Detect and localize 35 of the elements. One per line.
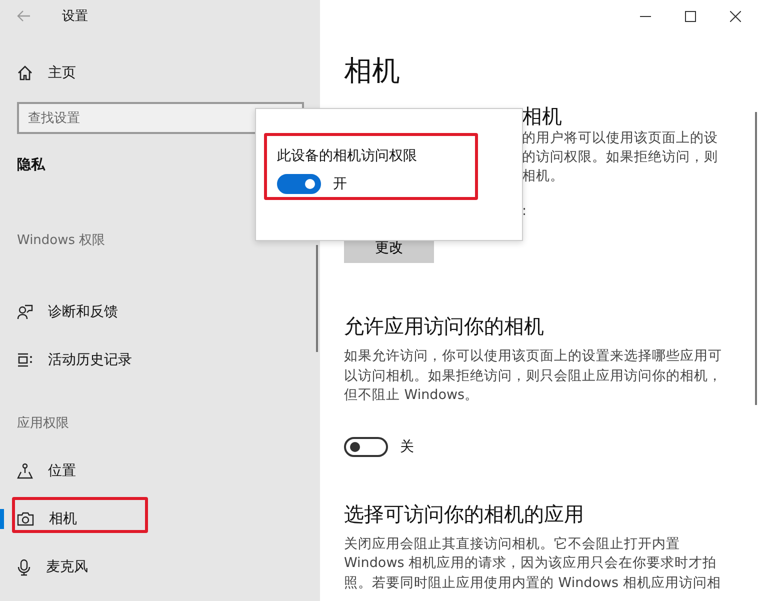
- window-title: 设置: [62, 8, 88, 25]
- home-icon: [17, 65, 33, 81]
- sidebar-item[interactable]: 麦克风: [46, 558, 88, 576]
- page-title: 相机: [344, 53, 401, 89]
- sidebar-item[interactable]: 位置: [48, 462, 76, 480]
- description-text: 如果允许访问，你可以使用该页面上的设置来选择哪些应用可以访问相机。如果拒绝访问，则只会阻止应用访问你的相机，但不阻止 Windows。: [344, 347, 723, 405]
- scrollbar[interactable]: [755, 112, 757, 405]
- person-speech-icon: [17, 304, 33, 320]
- camera-icon: [17, 512, 34, 526]
- toggle-switch[interactable]: [277, 174, 321, 194]
- microphone-icon: [17, 558, 31, 576]
- sidebar-item[interactable]: 相机: [49, 510, 77, 528]
- location-pin-icon: [17, 463, 33, 479]
- description-text: 关闭应用会阻止其直接访问相机。它不会阻止打开内置 Windows 相机应用的请求，因为该应用只会在你要求时才拍照。若要同时阻止应用使用内置的 Windows 相机应用访问相: [344, 534, 722, 592]
- maximize-icon[interactable]: [685, 10, 696, 22]
- home-link[interactable]: 主页: [48, 64, 76, 82]
- section-heading: 选择可访问你的相机的应用: [344, 500, 585, 526]
- label-text: :: [522, 202, 528, 221]
- description-text: 相机。: [522, 167, 565, 186]
- description-text: 的用户将可以使用该页面上的设: [522, 129, 719, 148]
- close-icon[interactable]: [730, 10, 741, 22]
- section-heading: 相机: [522, 103, 563, 129]
- scrollbar[interactable]: [316, 245, 318, 352]
- section-title: 隐私: [17, 156, 45, 175]
- toggle-label: 开: [333, 175, 347, 193]
- popup-title: 此设备的相机访问权限: [277, 147, 418, 166]
- toggle-label: 关: [400, 438, 414, 456]
- group-heading: 应用权限: [17, 415, 69, 433]
- toggle-switch[interactable]: [344, 436, 388, 456]
- timeline-icon: [17, 352, 33, 368]
- sidebar-item[interactable]: 诊断和反馈: [48, 303, 118, 321]
- section-heading: 允许应用访问你的相机: [344, 313, 545, 339]
- group-heading: Windows 权限: [17, 232, 106, 250]
- description-text: 的访问权限。如果拒绝访问，则: [522, 148, 719, 167]
- sidebar-item[interactable]: 活动历史记录: [48, 351, 132, 369]
